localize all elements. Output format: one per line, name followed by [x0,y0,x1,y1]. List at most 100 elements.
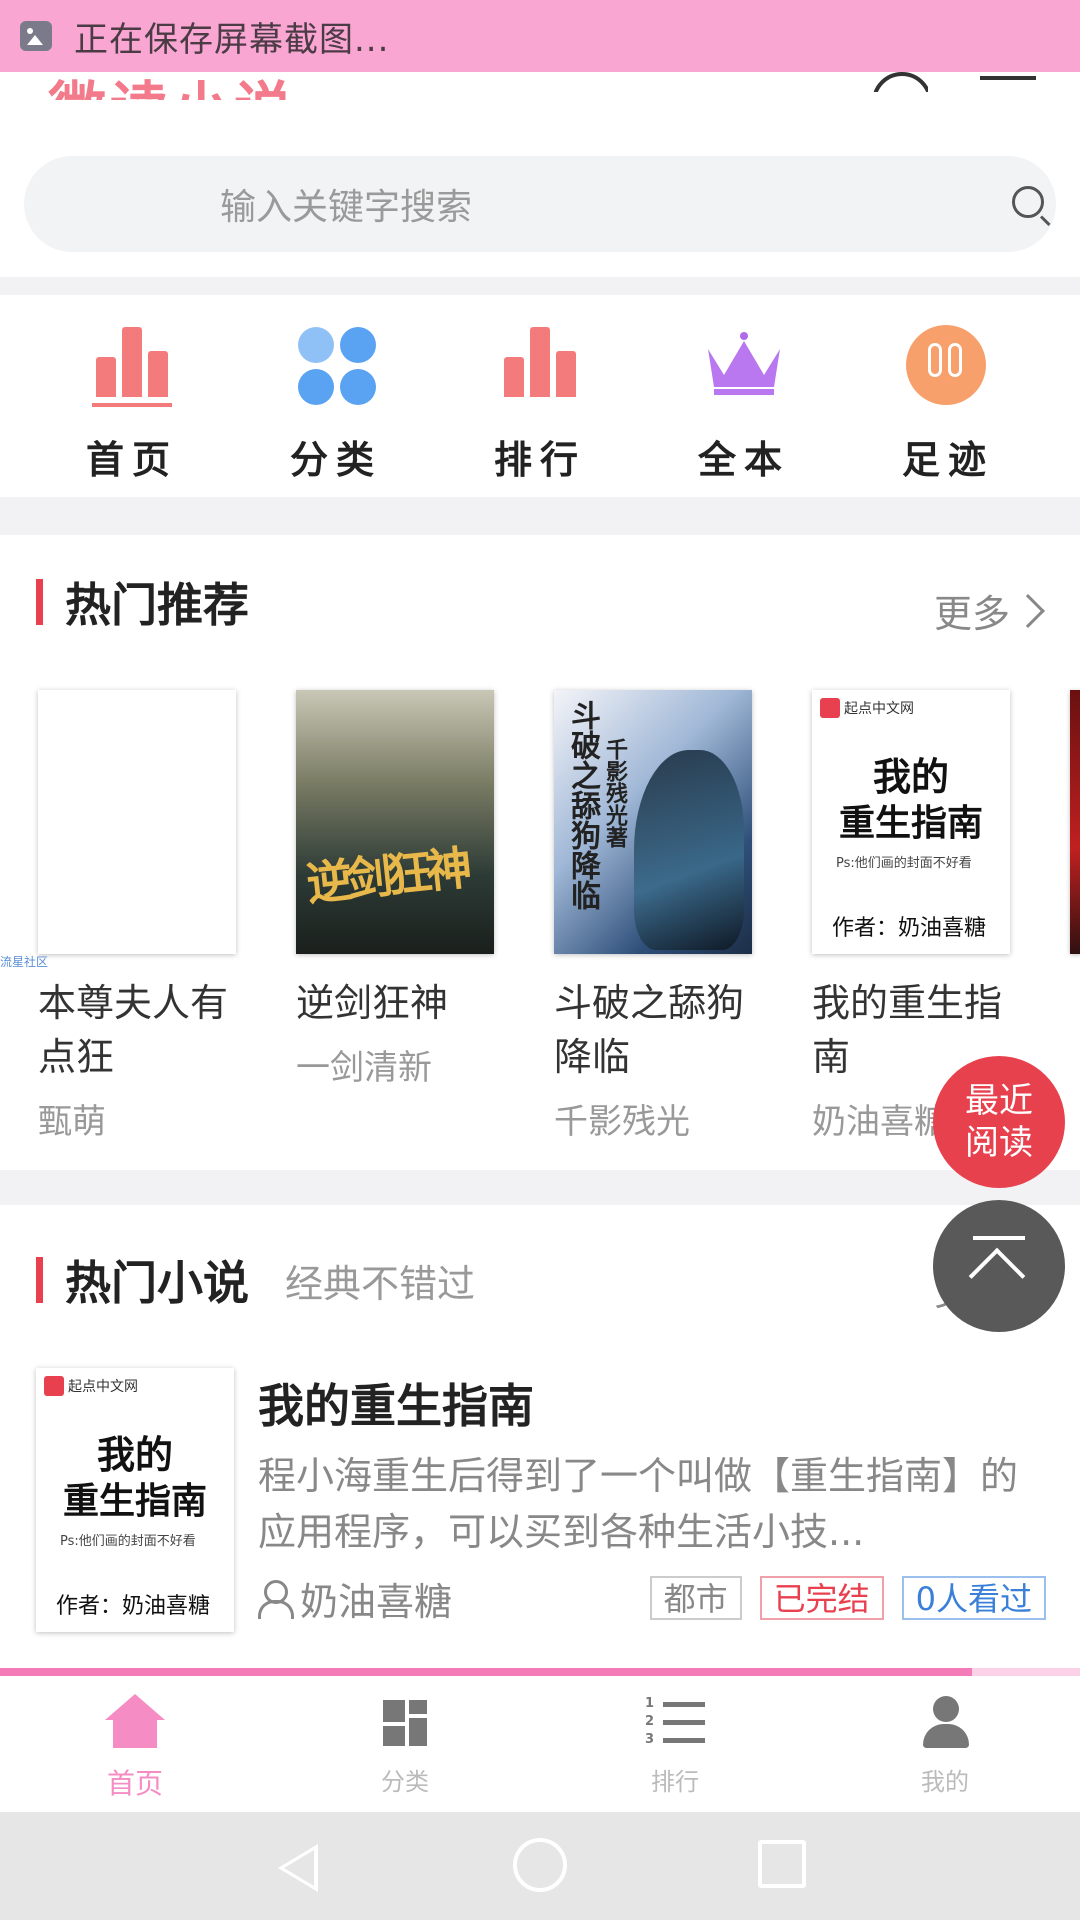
cover-title-art: 逆剑狂神 [303,840,469,912]
watermark: 流星社区 [0,955,49,969]
category-dots-icon [294,325,378,409]
tab-label: 首页 [106,1767,163,1800]
cover-line1: 我的 [96,1432,173,1477]
book-card[interactable]: 斗破之舔狗降临 千影残光著 斗破之舔狗降临 千影残光 [554,690,752,1143]
home-icon [105,1694,165,1754]
novel-tags: 都市 已完结 0人看过 [649,1576,1046,1620]
cover-line2: 重生指南 [62,1480,207,1522]
book-card[interactable]: 逆剑狂神 逆剑狂神 一剑清新 [296,690,494,1143]
book-author: 甄萌 [38,1102,106,1142]
author-icon [258,1580,294,1619]
toast-text: 正在保存屏幕截图... [74,19,390,60]
menu-icon[interactable] [980,72,1036,80]
header: 微读小说 输入关键字搜索 [0,72,1080,277]
cover-line2: 重生指南 [838,802,983,844]
recent-apps-icon[interactable] [758,1840,806,1888]
tab-category[interactable]: 分类 [270,1676,540,1812]
screenshot-toast: 正在保存屏幕截图... [0,0,1080,72]
book-author: 一剑清新 [296,1048,432,1088]
recent-reading-button[interactable]: 最近 阅读 [933,1056,1065,1188]
section-subtitle: 经典不错过 [285,1261,476,1306]
footprint-icon [906,325,990,409]
section-header: 热门推荐 [36,577,249,632]
book-card[interactable]: 本尊夫人有点狂 甄萌 [38,690,236,1143]
tab-label: 我的 [921,1768,969,1796]
book-cover[interactable]: 起点中文网 我的 重生指南 Ps:他们画的封面不好看 作者：奶油喜糖 [812,690,1010,954]
cover-author-vertical: 千影残光著 [602,738,627,848]
book-cover[interactable] [38,690,236,954]
bar-chart-icon [90,325,174,409]
back-to-top-button[interactable] [933,1200,1065,1332]
book-cover[interactable]: 逆剑狂神 [296,690,494,954]
bottom-tab-bar: 首页 分类 1 2 3 排行 我的 [0,1676,1080,1812]
grid-icon [375,1694,435,1754]
book-cover[interactable]: 起点中文网 我的 重生指南 Ps:他们画的封面不好看 作者：奶油喜糖 [36,1368,234,1632]
quick-nav-footprint[interactable]: 足迹 [878,325,1018,497]
cover-note: Ps:他们画的封面不好看 [836,856,972,871]
book-carousel[interactable]: 本尊夫人有点狂 甄萌 逆剑狂神 逆剑狂神 一剑清新 斗破之舔狗降临 千影残光著 … [38,690,1080,1143]
tab-me[interactable]: 我的 [810,1676,1080,1812]
hot-novels-section: 热门小说 经典不错过 更多 起点中文网 我的 重生指南 Ps:他们画的封面不好看… [0,1205,1080,1675]
gallery-icon [20,21,52,51]
loading-progress-fill [0,1668,972,1676]
novel-author: 奶油喜糖 [300,1579,453,1624]
system-navigation-bar [0,1812,1080,1920]
cover-author: 作者：奶油喜糖 [832,916,987,941]
tab-label: 排行 [651,1768,699,1796]
book-author: 千影残光 [554,1102,690,1142]
genre-tag: 都市 [649,1576,742,1620]
quick-nav-label: 排行 [493,438,586,482]
novel-list-item[interactable]: 起点中文网 我的 重生指南 Ps:他们画的封面不好看 作者：奶油喜糖 我的重生指… [36,1368,1046,1632]
recent-reading-line1: 最近 [965,1081,1033,1121]
publisher-badge: 起点中文网 [820,698,914,718]
user-icon[interactable] [872,72,928,92]
cover-figure [634,750,744,950]
novel-description: 程小海重生后得到了一个叫做【重生指南】的应用程序，可以买到各种生活小技... [258,1454,1019,1554]
recent-reading-line2: 阅读 [965,1123,1033,1163]
cover-line1: 我的 [872,754,949,799]
search-placeholder: 输入关键字搜索 [220,187,473,228]
quick-nav-category[interactable]: 分类 [266,325,406,497]
book-title: 斗破之舔狗降临 [554,981,745,1079]
quick-nav: 首页 分类 排行 全本 足迹 [0,295,1080,497]
more-label: 更多 [933,592,1010,636]
section-accent-bar [36,1257,43,1303]
section-title: 热门推荐 [65,578,249,632]
more-link[interactable]: 更多 [933,583,1045,638]
search-icon[interactable] [1012,186,1044,218]
quick-nav-label: 足迹 [901,438,994,482]
list-icon: 1 2 3 [645,1694,705,1754]
search-input[interactable]: 输入关键字搜索 [24,156,1056,252]
home-circle-icon[interactable] [513,1838,567,1892]
quick-nav-complete[interactable]: 全本 [674,325,814,497]
back-icon[interactable] [278,1844,318,1892]
section-accent-bar [36,579,43,625]
section-header: 热门小说 经典不错过 [36,1255,476,1310]
book-cover[interactable] [1070,690,1080,954]
hot-recommend-section: 热门推荐 更多 本尊夫人有点狂 甄萌 逆剑狂神 逆剑狂神 一剑清新 斗破之舔狗降… [0,535,1080,1170]
quick-nav-label: 首页 [85,438,178,482]
book-title: 本尊夫人有点狂 [38,981,229,1079]
section-title: 热门小说 [65,1256,249,1310]
book-title: 逆剑狂神 [296,981,449,1025]
quick-nav-home[interactable]: 首页 [62,325,202,497]
quick-nav-label: 分类 [289,438,382,482]
tab-ranking[interactable]: 1 2 3 排行 [540,1676,810,1812]
book-card-partial[interactable] [1070,690,1080,1143]
quick-nav-label: 全本 [697,438,790,482]
tab-label: 分类 [381,1768,429,1796]
book-cover[interactable]: 斗破之舔狗降临 千影残光著 [554,690,752,954]
chevron-right-icon [1011,593,1045,628]
novel-meta: 奶油喜糖 都市 已完结 0人看过 [258,1573,1046,1624]
views-tag: 0人看过 [901,1576,1046,1620]
tab-home[interactable]: 首页 [0,1676,270,1812]
person-icon [915,1694,975,1754]
quick-nav-ranking[interactable]: 排行 [470,325,610,497]
crown-icon [702,325,786,409]
cover-note: Ps:他们画的封面不好看 [60,1534,196,1549]
ranking-icon [498,325,582,409]
publisher-badge: 起点中文网 [44,1376,138,1396]
status-tag: 已完结 [759,1576,884,1620]
loading-progress [0,1668,1080,1676]
novel-title[interactable]: 我的重生指南 [258,1370,534,1436]
